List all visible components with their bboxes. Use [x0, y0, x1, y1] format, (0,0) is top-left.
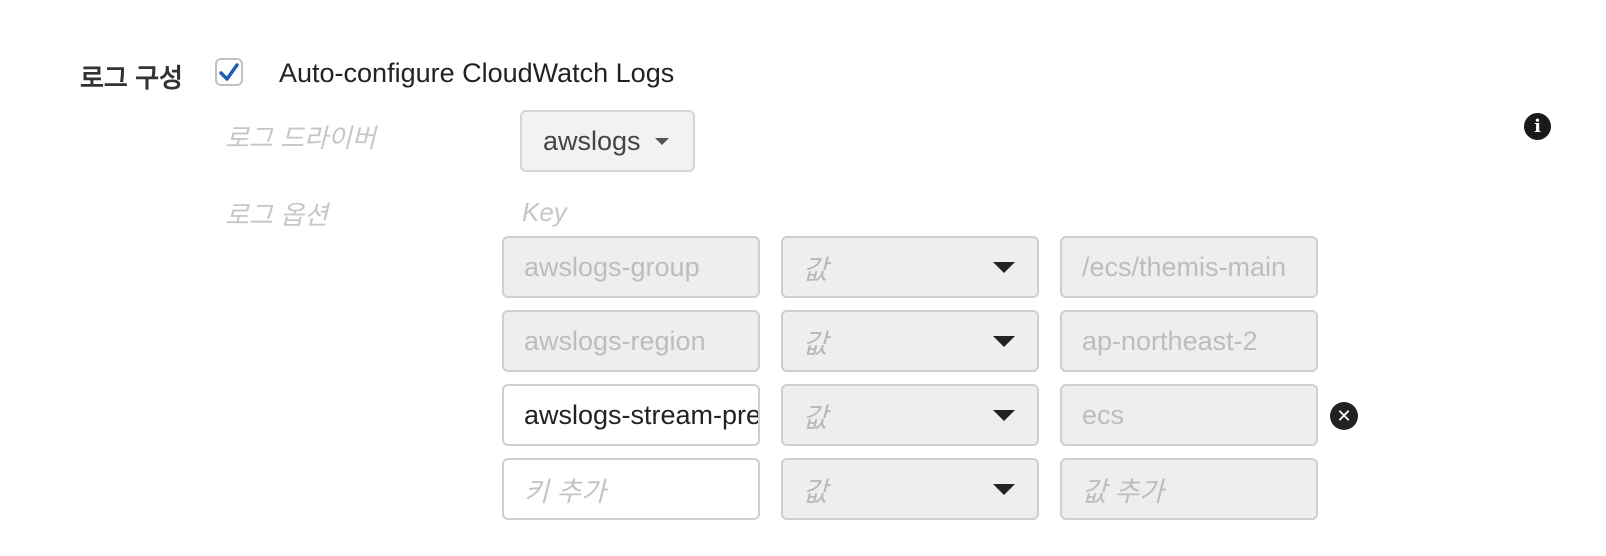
log-options-label: 로그 옵션	[225, 200, 328, 230]
value-type-text: 값	[803, 402, 828, 433]
caret-down-icon	[654, 137, 669, 145]
add-value-field[interactable]: 값 추가	[1060, 458, 1318, 520]
log-option-value-type-select[interactable]: 값	[781, 310, 1039, 372]
log-option-key-field[interactable]: awslogs-region	[502, 310, 760, 372]
log-driver-label: 로그 드라이버	[225, 123, 376, 153]
log-configuration-label: 로그 구성	[80, 63, 183, 93]
log-option-value-type-select[interactable]: 값	[781, 384, 1039, 446]
log-option-value-field[interactable]: ap-northeast-2	[1060, 310, 1318, 372]
auto-configure-checkbox[interactable]	[215, 58, 243, 86]
add-key-field[interactable]: 키 추가	[502, 458, 760, 520]
info-icon[interactable]: i	[1524, 113, 1551, 140]
log-option-value-type-select[interactable]: 값	[781, 458, 1039, 520]
value-type-text: 값	[803, 328, 828, 359]
log-driver-select[interactable]: awslogs	[520, 110, 695, 172]
log-option-value-field[interactable]: ecs	[1060, 384, 1318, 446]
key-column-header: Key	[522, 197, 567, 227]
auto-configure-label[interactable]: Auto-configure CloudWatch Logs	[279, 58, 674, 89]
log-option-key-field[interactable]: awslogs-group	[502, 236, 760, 298]
caret-down-icon	[993, 409, 1015, 421]
value-type-text: 값	[803, 254, 828, 285]
value-type-text: 값	[803, 476, 828, 507]
log-option-key-field[interactable]: awslogs-stream-prefix	[502, 384, 760, 446]
caret-down-icon	[993, 483, 1015, 495]
caret-down-icon	[993, 335, 1015, 347]
log-option-value-type-select[interactable]: 값	[781, 236, 1039, 298]
log-option-value-field[interactable]: /ecs/themis-main	[1060, 236, 1318, 298]
remove-icon[interactable]: ✕	[1330, 402, 1358, 430]
log-driver-value: awslogs	[543, 125, 641, 156]
caret-down-icon	[993, 261, 1015, 273]
check-icon	[219, 63, 239, 81]
